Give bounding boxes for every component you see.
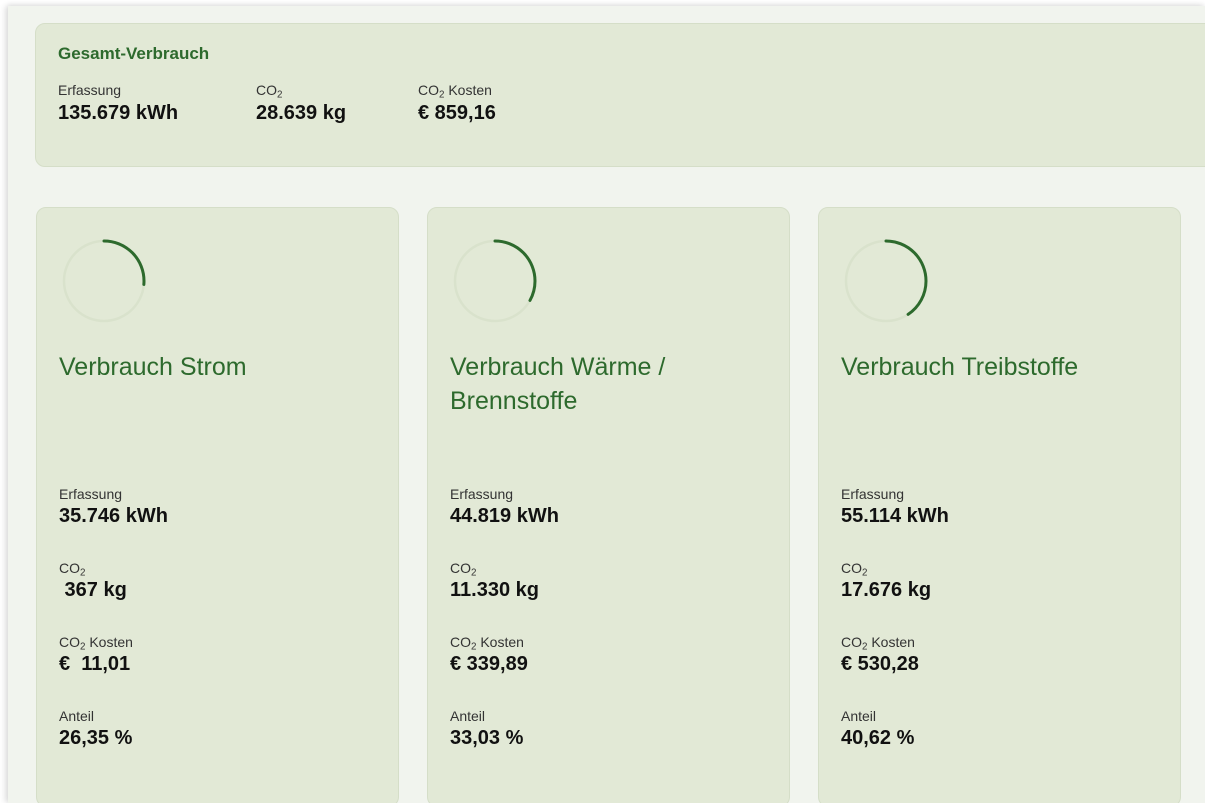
co2-kosten-label: CO2 Kosten <box>450 634 524 653</box>
progress-ring <box>453 239 537 323</box>
co2-kosten-label: CO2 Kosten <box>59 634 133 653</box>
total-co2-kosten: CO2 Kosten € 859,16 <box>418 82 496 125</box>
co2-value: 17.676 kg <box>841 579 932 601</box>
progress-ring <box>62 239 146 323</box>
anteil-metric: Anteil 33,03 % <box>450 708 523 750</box>
total-consumption-panel: Gesamt-Verbrauch Erfassung 135.679 kWh C… <box>35 23 1205 167</box>
card-waerme[interactable]: Verbrauch Wärme / Brennstoffe Erfassung … <box>427 207 790 803</box>
total-co2-kosten-value: € 859,16 <box>418 102 496 124</box>
co2-kosten-value: € 530,28 <box>841 653 919 675</box>
co2-metric: CO2 17.676 kg <box>841 560 931 602</box>
card-treibstoffe[interactable]: Verbrauch Treibstoffe Erfassung 55.114 k… <box>818 207 1181 803</box>
progress-ring <box>844 239 928 323</box>
erfassung-metric: Erfassung 55.114 kWh <box>841 486 949 528</box>
total-co2: CO2 28.639 kg <box>256 82 346 125</box>
anteil-label: Anteil <box>59 708 95 724</box>
co2-metric: CO2 11.330 kg <box>450 560 539 602</box>
co2-label: CO2 <box>59 560 86 579</box>
card-strom[interactable]: Verbrauch Strom Erfassung 35.746 kWh CO2… <box>36 207 399 803</box>
co2-value: 367 kg <box>59 579 127 601</box>
total-erfassung-label: Erfassung <box>58 82 122 98</box>
co2-kosten-metric: CO2 Kosten € 11,01 <box>59 634 133 676</box>
erfassung-metric: Erfassung 35.746 kWh <box>59 486 168 528</box>
co2-kosten-label: CO2 Kosten <box>841 634 915 653</box>
anteil-label: Anteil <box>841 708 877 724</box>
co2-value: 11.330 kg <box>450 579 539 601</box>
total-erfassung-value: 135.679 kWh <box>58 102 179 124</box>
erfassung-value: 55.114 kWh <box>841 505 949 527</box>
co2-metric: CO2 367 kg <box>59 560 127 602</box>
anteil-value: 33,03 % <box>450 727 524 749</box>
total-consumption-title: Gesamt-Verbrauch <box>58 44 210 63</box>
total-co2-value: 28.639 kg <box>256 102 347 124</box>
anteil-metric: Anteil 26,35 % <box>59 708 132 750</box>
erfassung-label: Erfassung <box>59 486 123 502</box>
co2-kosten-value: € 339,89 <box>450 653 528 675</box>
co2-label: CO2 <box>841 560 868 579</box>
dashboard-frame: Gesamt-Verbrauch Erfassung 135.679 kWh C… <box>8 6 1205 803</box>
card-title: Verbrauch Treibstoffe <box>841 353 1079 381</box>
anteil-value: 40,62 % <box>841 727 915 749</box>
anteil-metric: Anteil 40,62 % <box>841 708 914 750</box>
anteil-value: 26,35 % <box>59 727 133 749</box>
erfassung-label: Erfassung <box>841 486 905 502</box>
erfassung-label: Erfassung <box>450 486 514 502</box>
total-erfassung: Erfassung 135.679 kWh <box>58 82 178 125</box>
co2-kosten-metric: CO2 Kosten € 530,28 <box>841 634 919 676</box>
co2-kosten-metric: CO2 Kosten € 339,89 <box>450 634 528 676</box>
erfassung-value: 44.819 kWh <box>450 505 559 527</box>
card-title: Verbrauch Strom <box>59 353 247 381</box>
total-co2-label: CO2 <box>256 82 283 101</box>
anteil-label: Anteil <box>450 708 486 724</box>
erfassung-value: 35.746 kWh <box>59 505 168 527</box>
card-title: Verbrauch Wärme / Brennstoffe <box>450 353 666 415</box>
co2-label: CO2 <box>450 560 477 579</box>
total-co2-kosten-label: CO2 Kosten <box>418 82 492 101</box>
co2-kosten-value: € 11,01 <box>59 653 131 675</box>
erfassung-metric: Erfassung 44.819 kWh <box>450 486 559 528</box>
